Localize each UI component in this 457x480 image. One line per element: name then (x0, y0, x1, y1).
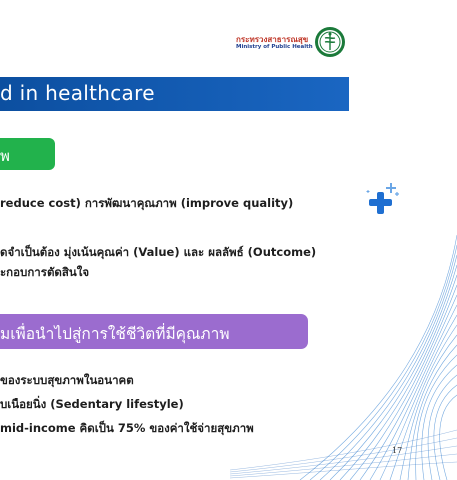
bullet-line-5: บเนือยนิ่ง (Sedentary lifestyle) (0, 397, 184, 411)
green-section-tag: พ (0, 138, 55, 170)
slide-title: d in healthcare (0, 81, 155, 105)
page-number: 17 (392, 446, 403, 455)
green-tag-label: พ (0, 147, 10, 165)
slide: กระทรวงสาธารณสุข Ministry of Public Heal… (0, 0, 457, 480)
plus-sparkle-icon (366, 183, 399, 214)
bullet-line-1: reduce cost) การพัฒนาคุณภาพ (improve qua… (0, 196, 294, 210)
purple-section-banner: มเพื่อนำไปสู่การใช้ชีวิตที่มีคุณภาพ (0, 314, 308, 349)
purple-banner-label: มเพื่อนำไปสู่การใช้ชีวิตที่มีคุณภาพ (0, 325, 230, 343)
bullet-line-4: ของระบบสุขภาพในอนาคต (0, 373, 134, 387)
ministry-logo: กระทรวงสาธารณสุข Ministry of Public Heal… (236, 26, 352, 60)
bullet-line-2: ดจำเป็นต้อง มุ่งเน้นคุณค่า (Value) และ ผ… (0, 245, 317, 259)
title-bar: d in healthcare (0, 77, 349, 111)
mph-seal-icon (315, 27, 345, 57)
bullet-line-3: ะกอบการตัดสินใจ (0, 265, 90, 279)
bullet-line-6: mid-income คิดเป็น 75% ของค่าใช้จ่ายสุขภ… (0, 421, 254, 435)
logo-english-text: Ministry of Public Health (236, 44, 313, 50)
